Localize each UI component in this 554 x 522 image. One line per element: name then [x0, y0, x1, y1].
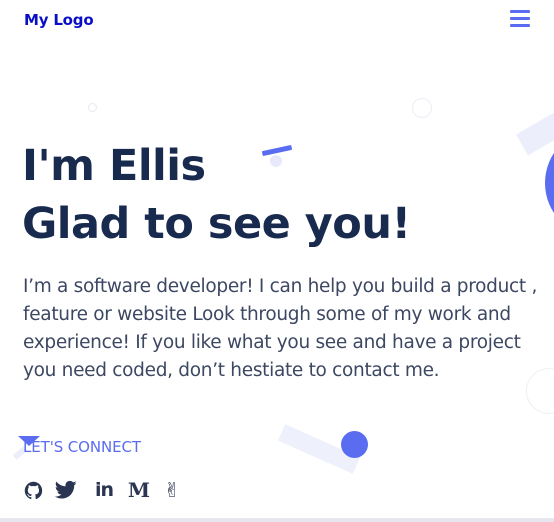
angellist-icon[interactable]: ✌: [160, 478, 184, 502]
menu-line: [510, 10, 530, 13]
hero-description: I’m a software developer! I can help you…: [23, 276, 538, 381]
decorative-ring: [88, 103, 97, 112]
hamburger-menu-icon[interactable]: [510, 10, 530, 27]
angellist-glyph: ✌: [163, 478, 181, 502]
portfolio-page: My Logo I'm Ellis Glad to see you! I’m a…: [0, 0, 554, 522]
decorative-triangle: [18, 436, 40, 446]
linkedin-glyph: in: [94, 479, 114, 501]
page-bottom-border: [0, 518, 554, 522]
medium-icon[interactable]: M: [127, 478, 151, 502]
lets-connect-link[interactable]: LET'S CONNECT: [23, 438, 141, 456]
logo-link[interactable]: My Logo: [24, 11, 94, 29]
linkedin-icon[interactable]: in: [90, 478, 118, 502]
menu-line: [510, 17, 530, 20]
hero-title-line-1: I'm Ellis: [22, 141, 206, 191]
decorative-dot: [341, 431, 368, 458]
hero-title: I'm Ellis Glad to see you!: [22, 137, 411, 253]
decorative-ring: [412, 98, 432, 118]
hero-title-line-2: Glad to see you!: [22, 199, 411, 249]
menu-line: [510, 24, 530, 27]
twitter-icon[interactable]: [54, 478, 78, 502]
medium-glyph: M: [127, 478, 151, 502]
decorative-bar: [516, 104, 554, 156]
github-icon[interactable]: [21, 478, 45, 502]
